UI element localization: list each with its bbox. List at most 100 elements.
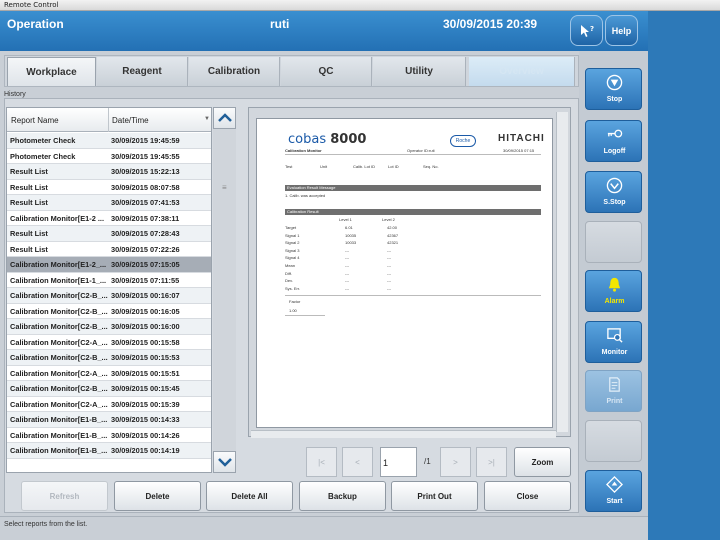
help-label: Help — [611, 25, 632, 36]
close-button[interactable]: Close — [484, 481, 571, 511]
last-page-button[interactable]: >| — [476, 447, 507, 477]
doc-rule-2 — [285, 295, 541, 296]
next-page-button[interactable]: > — [440, 447, 471, 477]
tab-calibration[interactable]: Calibration — [189, 57, 280, 86]
tab-qc[interactable]: QC — [281, 57, 372, 86]
tab-reagent[interactable]: Reagent — [97, 57, 188, 86]
doc-col-unit: Unit — [320, 164, 328, 169]
print-button[interactable]: Print — [585, 370, 642, 412]
doc-section-result: Calibration Result — [285, 209, 541, 215]
table-row[interactable]: Calibration Monitor[E1-2 ... 30/09/2015 0… — [7, 210, 211, 226]
roche-logo: Roche — [450, 135, 476, 147]
sort-arrow-icon[interactable]: ▼ — [204, 116, 210, 122]
logoff-button[interactable]: Logoff — [585, 120, 642, 162]
table-row[interactable]: Result List 30/09/2015 07:41:53 — [7, 195, 211, 211]
preview-vertical-scrollbar[interactable] — [556, 112, 568, 432]
previous-page-button[interactable]: < — [342, 447, 373, 477]
table-row[interactable]: Calibration Monitor[C2-A_... 30/09/2015 0… — [7, 334, 211, 350]
table-row[interactable]: Calibration Monitor[C2-B_... 30/09/2015 0… — [7, 319, 211, 335]
start-label: Start — [606, 498, 623, 505]
monitor-button[interactable]: Monitor — [585, 321, 642, 363]
tab-utility[interactable]: Utility — [373, 57, 466, 86]
doc-factor-label: Factor — [289, 299, 301, 304]
list-scrollbar[interactable]: ≡ — [213, 107, 236, 473]
stop-icon — [606, 74, 623, 91]
doc-result-level-1: --- — [345, 263, 349, 268]
report-list-header: Report Name Date/Time ▼ — [7, 108, 211, 132]
right-background-strip — [648, 11, 720, 540]
tab-workplace[interactable]: Workplace — [7, 57, 96, 86]
date-time-cell: 30/09/2015 00:16:05 — [111, 306, 180, 316]
column-report-name[interactable]: Report Name — [11, 116, 59, 125]
table-row[interactable]: Calibration Monitor[C2-A_... 30/09/2015 0… — [7, 365, 211, 381]
date-time-cell: 30/09/2015 00:16:00 — [111, 322, 180, 331]
print-out-button[interactable]: Print Out — [391, 481, 478, 511]
doc-result-level-1: 6.01 — [345, 225, 353, 230]
table-row[interactable]: Calibration Monitor[E1-2_... 30/09/2015 0… — [7, 257, 211, 273]
delete-all-button[interactable]: Delete All — [206, 481, 293, 511]
table-row[interactable]: Calibration Monitor[E1-B_... 30/09/2015 0… — [7, 427, 211, 443]
report-name-cell: Result List — [10, 167, 48, 176]
preview-horizontal-scrollbar[interactable] — [251, 430, 556, 438]
table-row[interactable]: Calibration Monitor[C2-A_... 30/09/2015 0… — [7, 396, 211, 412]
report-name-cell: Result List — [10, 182, 48, 192]
column-date-time[interactable]: Date/Time — [112, 116, 149, 125]
date-time-cell: 30/09/2015 07:28:43 — [111, 229, 180, 238]
sampling-stop-button[interactable]: S.Stop — [585, 171, 642, 213]
scroll-down-button[interactable] — [213, 451, 236, 473]
delete-button[interactable]: Delete — [114, 481, 201, 511]
report-name-cell: Calibration Monitor[C2-B_... — [10, 353, 108, 362]
alarm-button[interactable]: Alarm — [585, 270, 642, 312]
table-row[interactable]: Calibration Monitor[C2-B_... 30/09/2015 0… — [7, 288, 211, 304]
svg-text:?: ? — [590, 25, 594, 33]
report-name-cell: Calibration Monitor[C2-B_... — [10, 384, 108, 393]
scroll-grip[interactable]: ≡ — [222, 183, 227, 192]
table-row[interactable]: Photometer Check 30/09/2015 19:45:59 — [7, 133, 211, 149]
report-name-cell: Calibration Monitor[C2-A_... — [10, 399, 108, 409]
doc-result-level-2: --- — [387, 263, 391, 268]
doc-result-level-2: --- — [387, 247, 391, 253]
table-row[interactable]: Calibration Monitor[C2-B_... 30/09/2015 0… — [7, 303, 211, 319]
report-list: Report Name Date/Time ▼ Photometer Check… — [6, 107, 212, 473]
tab-overview[interactable]: Overview — [469, 57, 575, 86]
backup-button[interactable]: Backup — [299, 481, 386, 511]
stop-label: Stop — [606, 96, 623, 103]
stop-button[interactable]: Stop — [585, 68, 642, 110]
table-row[interactable]: Result List 30/09/2015 07:28:43 — [7, 226, 211, 242]
status-message: Select reports from the list. — [4, 521, 88, 528]
report-name-cell: Photometer Check — [10, 151, 76, 161]
first-page-button[interactable]: |< — [306, 447, 337, 477]
context-help-button[interactable]: ? — [570, 15, 603, 46]
monitor-icon — [607, 328, 623, 343]
table-row[interactable]: Calibration Monitor[E1-B_... 30/09/2015 0… — [7, 412, 211, 428]
scroll-up-button[interactable] — [213, 107, 236, 129]
date-time-cell: 30/09/2015 19:45:59 — [111, 136, 180, 145]
table-row[interactable]: Result List 30/09/2015 15:22:13 — [7, 164, 211, 180]
table-row[interactable]: Result List 30/09/2015 07:22:26 — [7, 241, 211, 257]
tab-utility-label: Utility — [405, 66, 433, 77]
table-row[interactable]: Calibration Monitor[E1-B_... 30/09/2015 0… — [7, 443, 211, 459]
table-row[interactable]: Result List 30/09/2015 08:07:58 — [7, 179, 211, 195]
user-name: ruti — [270, 17, 290, 31]
help-button[interactable]: Help — [605, 15, 638, 46]
table-row[interactable]: Calibration Monitor[C2-B_... 30/09/2015 0… — [7, 381, 211, 397]
start-icon — [606, 476, 623, 493]
start-button[interactable]: Start — [585, 470, 642, 512]
report-rows: Photometer Check 30/09/2015 19:45:59 Photo… — [7, 133, 211, 459]
report-name-cell: Result List — [10, 198, 48, 207]
zoom-button[interactable]: Zoom — [514, 447, 571, 477]
doc-result-label: Signal 1 — [285, 232, 300, 238]
refresh-button[interactable]: Refresh — [21, 481, 108, 511]
date-time-cell: 30/09/2015 00:15:58 — [111, 337, 180, 347]
logo-number: 8000 — [330, 132, 367, 147]
table-row[interactable]: Photometer Check 30/09/2015 19:45:55 — [7, 148, 211, 164]
page-number-input[interactable]: 1 — [380, 447, 417, 477]
table-row[interactable]: Calibration Monitor[E1-1_... 30/09/2015 0… — [7, 272, 211, 288]
monitor-label: Monitor — [601, 349, 628, 356]
date-time-cell: 30/09/2015 08:07:58 — [111, 182, 180, 192]
empty-slot-1 — [585, 221, 642, 263]
alarm-bell-icon — [608, 277, 621, 292]
hitachi-logo: HITACHI — [498, 133, 545, 144]
table-row[interactable]: Calibration Monitor[C2-B_... 30/09/2015 0… — [7, 350, 211, 366]
doc-result-label: Signal 4 — [285, 255, 300, 261]
